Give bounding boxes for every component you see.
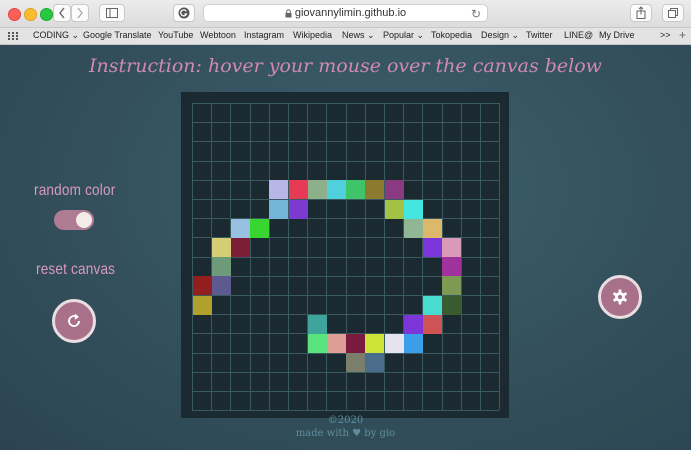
random-color-label: random color bbox=[34, 182, 116, 199]
painted-cell bbox=[442, 257, 462, 277]
painted-cell bbox=[346, 333, 366, 353]
browser-titlebar: giovannylimin.github.io ↻ bbox=[0, 0, 691, 28]
forward-button[interactable] bbox=[71, 4, 89, 22]
painted-cell bbox=[288, 199, 308, 219]
new-tab-button[interactable]: + bbox=[679, 28, 686, 42]
zoom-window-button[interactable] bbox=[40, 8, 53, 21]
share-button[interactable] bbox=[630, 4, 652, 22]
painted-cell bbox=[422, 314, 442, 334]
painted-cell bbox=[422, 237, 442, 257]
painted-cell bbox=[365, 333, 385, 353]
painted-cell bbox=[384, 333, 404, 353]
painted-cell bbox=[192, 276, 212, 296]
bookmark-item[interactable]: Popular ⌄ bbox=[383, 30, 424, 41]
page-body: Instruction: hover your mouse over the c… bbox=[0, 45, 691, 450]
painted-cell bbox=[250, 218, 270, 238]
painted-cell bbox=[326, 333, 346, 353]
painted-cell bbox=[403, 314, 423, 334]
instruction-text: Instruction: hover your mouse over the c… bbox=[89, 55, 602, 77]
bookmark-item[interactable]: Design ⌄ bbox=[481, 30, 519, 41]
grid-line bbox=[499, 103, 501, 411]
painted-cell bbox=[307, 314, 327, 334]
chevron-left-icon bbox=[59, 7, 65, 19]
random-color-toggle[interactable] bbox=[54, 210, 94, 230]
sidebar-icon bbox=[106, 8, 118, 18]
bookmark-item[interactable]: Google Translate bbox=[83, 30, 152, 40]
painted-cell bbox=[346, 353, 366, 373]
painted-cell bbox=[269, 199, 289, 219]
minimize-window-button[interactable] bbox=[24, 8, 37, 21]
painted-cell bbox=[403, 199, 423, 219]
painted-cell bbox=[442, 276, 462, 296]
bookmarks-overflow-button[interactable]: >> bbox=[660, 30, 671, 40]
painted-cell bbox=[307, 180, 327, 200]
reload-icon[interactable]: ↻ bbox=[471, 6, 481, 22]
tabs-icon bbox=[668, 8, 678, 18]
refresh-icon bbox=[68, 313, 80, 327]
painted-cell bbox=[211, 276, 231, 296]
bookmark-item[interactable]: News ⌄ bbox=[342, 30, 375, 41]
grid-line bbox=[192, 103, 500, 104]
grid-line bbox=[192, 410, 500, 412]
painted-cell bbox=[269, 180, 289, 200]
chevron-down-icon: ⌄ bbox=[416, 30, 425, 40]
grid-line bbox=[192, 391, 500, 392]
painted-cell bbox=[365, 180, 385, 200]
grid-line bbox=[192, 122, 500, 124]
painted-cell bbox=[403, 333, 423, 353]
chevron-down-icon: ⌄ bbox=[511, 30, 520, 40]
painted-cell bbox=[365, 353, 385, 373]
painted-cell bbox=[442, 295, 462, 315]
painted-cell bbox=[442, 237, 462, 257]
chevron-down-icon: ⌄ bbox=[367, 30, 375, 40]
footer-year: ©2020 bbox=[327, 415, 364, 426]
tabs-overview-button[interactable] bbox=[662, 4, 684, 22]
bookmark-item[interactable]: YouTube bbox=[158, 30, 193, 40]
painted-cell bbox=[192, 295, 212, 315]
painted-cell bbox=[230, 237, 250, 257]
share-icon bbox=[636, 6, 646, 19]
reset-canvas-button[interactable] bbox=[52, 299, 96, 343]
drawing-canvas[interactable] bbox=[181, 92, 509, 418]
painted-cell bbox=[307, 333, 327, 353]
bookmark-item[interactable]: CODING ⌄ bbox=[33, 30, 79, 41]
bookmark-item[interactable]: My Drive bbox=[599, 30, 635, 40]
toggle-knob bbox=[76, 212, 92, 228]
bookmarks-bar: CODING ⌄ Google Translate YouTube Webtoo… bbox=[0, 28, 691, 45]
bookmark-item[interactable]: Twitter bbox=[526, 30, 553, 40]
painted-cell bbox=[384, 199, 404, 219]
bookmark-item[interactable]: Webtoon bbox=[200, 30, 236, 40]
footer-credit: made with ♥ by gio bbox=[295, 428, 396, 439]
chevron-down-icon: ⌄ bbox=[71, 30, 80, 40]
grid-line bbox=[192, 160, 500, 162]
painted-cell bbox=[403, 218, 423, 238]
bookmark-item[interactable]: LINE@ bbox=[564, 30, 593, 40]
painted-cell bbox=[422, 218, 442, 238]
bookmark-item[interactable]: Tokopedia bbox=[431, 30, 472, 40]
painted-cell bbox=[230, 218, 250, 238]
back-button[interactable] bbox=[53, 4, 71, 22]
close-window-button[interactable] bbox=[8, 8, 21, 21]
painted-cell bbox=[346, 180, 366, 200]
grid-icon[interactable] bbox=[8, 32, 20, 41]
url-text: giovannylimin.github.io bbox=[294, 7, 407, 19]
grammarly-icon bbox=[178, 7, 190, 19]
painted-cell bbox=[326, 180, 346, 200]
bookmark-item[interactable]: Wikipedia bbox=[293, 30, 332, 40]
painted-cell bbox=[288, 180, 308, 200]
painted-cell bbox=[211, 257, 231, 277]
address-bar[interactable]: giovannylimin.github.io ↻ bbox=[203, 4, 488, 22]
extension-button[interactable] bbox=[173, 4, 195, 22]
grid-line bbox=[192, 141, 500, 143]
gear-icon bbox=[613, 289, 627, 305]
settings-button[interactable] bbox=[598, 275, 642, 319]
sidebar-button[interactable] bbox=[99, 4, 125, 22]
painted-cell bbox=[422, 295, 442, 315]
reset-canvas-label: reset canvas bbox=[36, 261, 116, 278]
painted-cell bbox=[211, 237, 231, 257]
bookmark-item[interactable]: Instagram bbox=[244, 30, 284, 40]
chevron-right-icon bbox=[77, 7, 83, 19]
painted-cell bbox=[384, 180, 404, 200]
lock-icon bbox=[285, 8, 292, 18]
